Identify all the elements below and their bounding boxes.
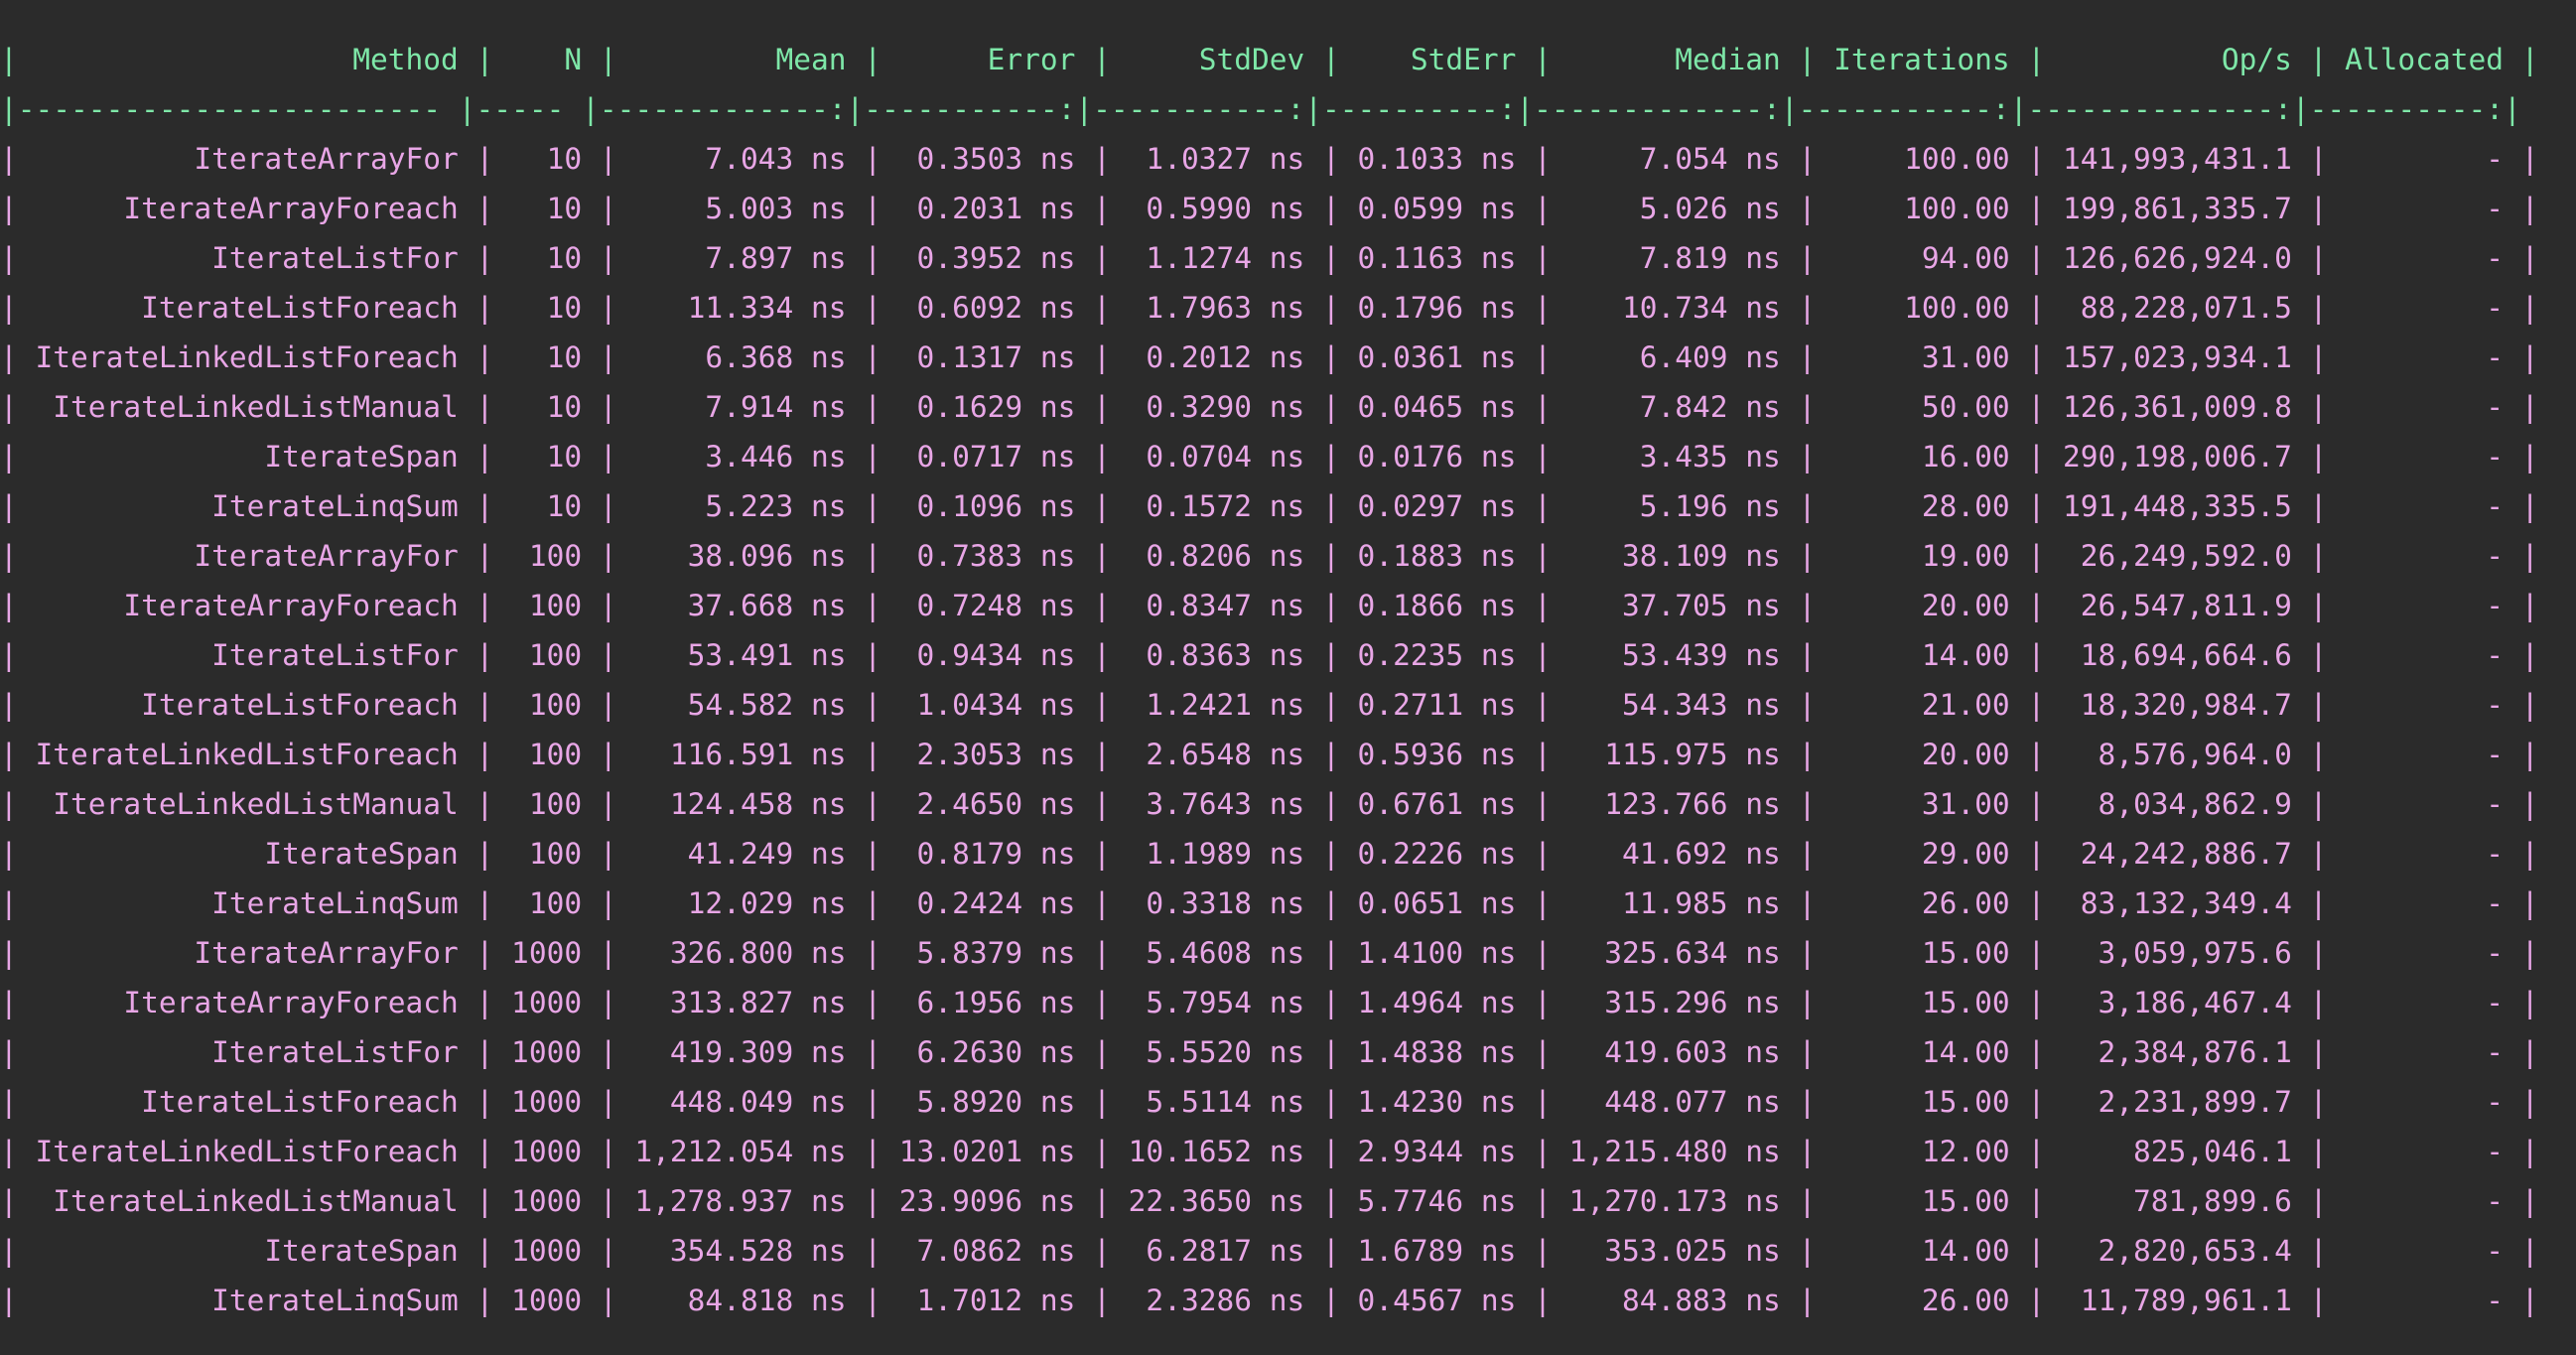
table-row: | IterateLinqSum | 100 | 12.029 ns | 0.2… [0,886,2539,920]
table-row: | IterateArrayForeach | 10 | 5.003 ns | … [0,192,2539,225]
table-row: | IterateListForeach | 100 | 54.582 ns |… [0,688,2539,722]
table-row: | IterateListFor | 10 | 7.897 ns | 0.395… [0,241,2539,275]
table-row: | IterateSpan | 1000 | 354.528 ns | 7.08… [0,1234,2539,1268]
table-row: | IterateArrayForeach | 100 | 37.668 ns … [0,589,2539,622]
table-row: | IterateArrayFor | 10 | 7.043 ns | 0.35… [0,142,2539,176]
table-row: | IterateListForeach | 1000 | 448.049 ns… [0,1085,2539,1119]
table-header: | Method | N | Mean | Error | StdDev | S… [0,43,2539,76]
table-row: | IterateArrayFor | 100 | 38.096 ns | 0.… [0,539,2539,573]
table-separator: |------------------------ |----- |------… [0,92,2521,126]
table-row: | IterateArrayForeach | 1000 | 313.827 n… [0,986,2539,1019]
table-row: | IterateSpan | 100 | 41.249 ns | 0.8179… [0,837,2539,871]
table-row: | IterateLinqSum | 10 | 5.223 ns | 0.109… [0,489,2539,523]
table-row: | IterateLinkedListForeach | 1000 | 1,21… [0,1135,2539,1168]
table-row: | IterateLinkedListManual | 100 | 124.45… [0,787,2539,821]
terminal-output: | Method | N | Mean | Error | StdDev | S… [0,0,2576,1355]
table-row: | IterateListForeach | 10 | 11.334 ns | … [0,291,2539,325]
table-row: | IterateLinkedListForeach | 100 | 116.5… [0,738,2539,771]
table-row: | IterateListFor | 1000 | 419.309 ns | 6… [0,1035,2539,1069]
table-row: | IterateArrayFor | 1000 | 326.800 ns | … [0,936,2539,970]
table-row: | IterateListFor | 100 | 53.491 ns | 0.9… [0,638,2539,672]
table-row: | IterateLinkedListManual | 10 | 7.914 n… [0,390,2539,424]
table-row: | IterateSpan | 10 | 3.446 ns | 0.0717 n… [0,440,2539,474]
table-row: | IterateLinkedListManual | 1000 | 1,278… [0,1184,2539,1218]
table-row: | IterateLinkedListForeach | 10 | 6.368 … [0,340,2539,374]
table-row: | IterateLinqSum | 1000 | 84.818 ns | 1.… [0,1284,2539,1317]
